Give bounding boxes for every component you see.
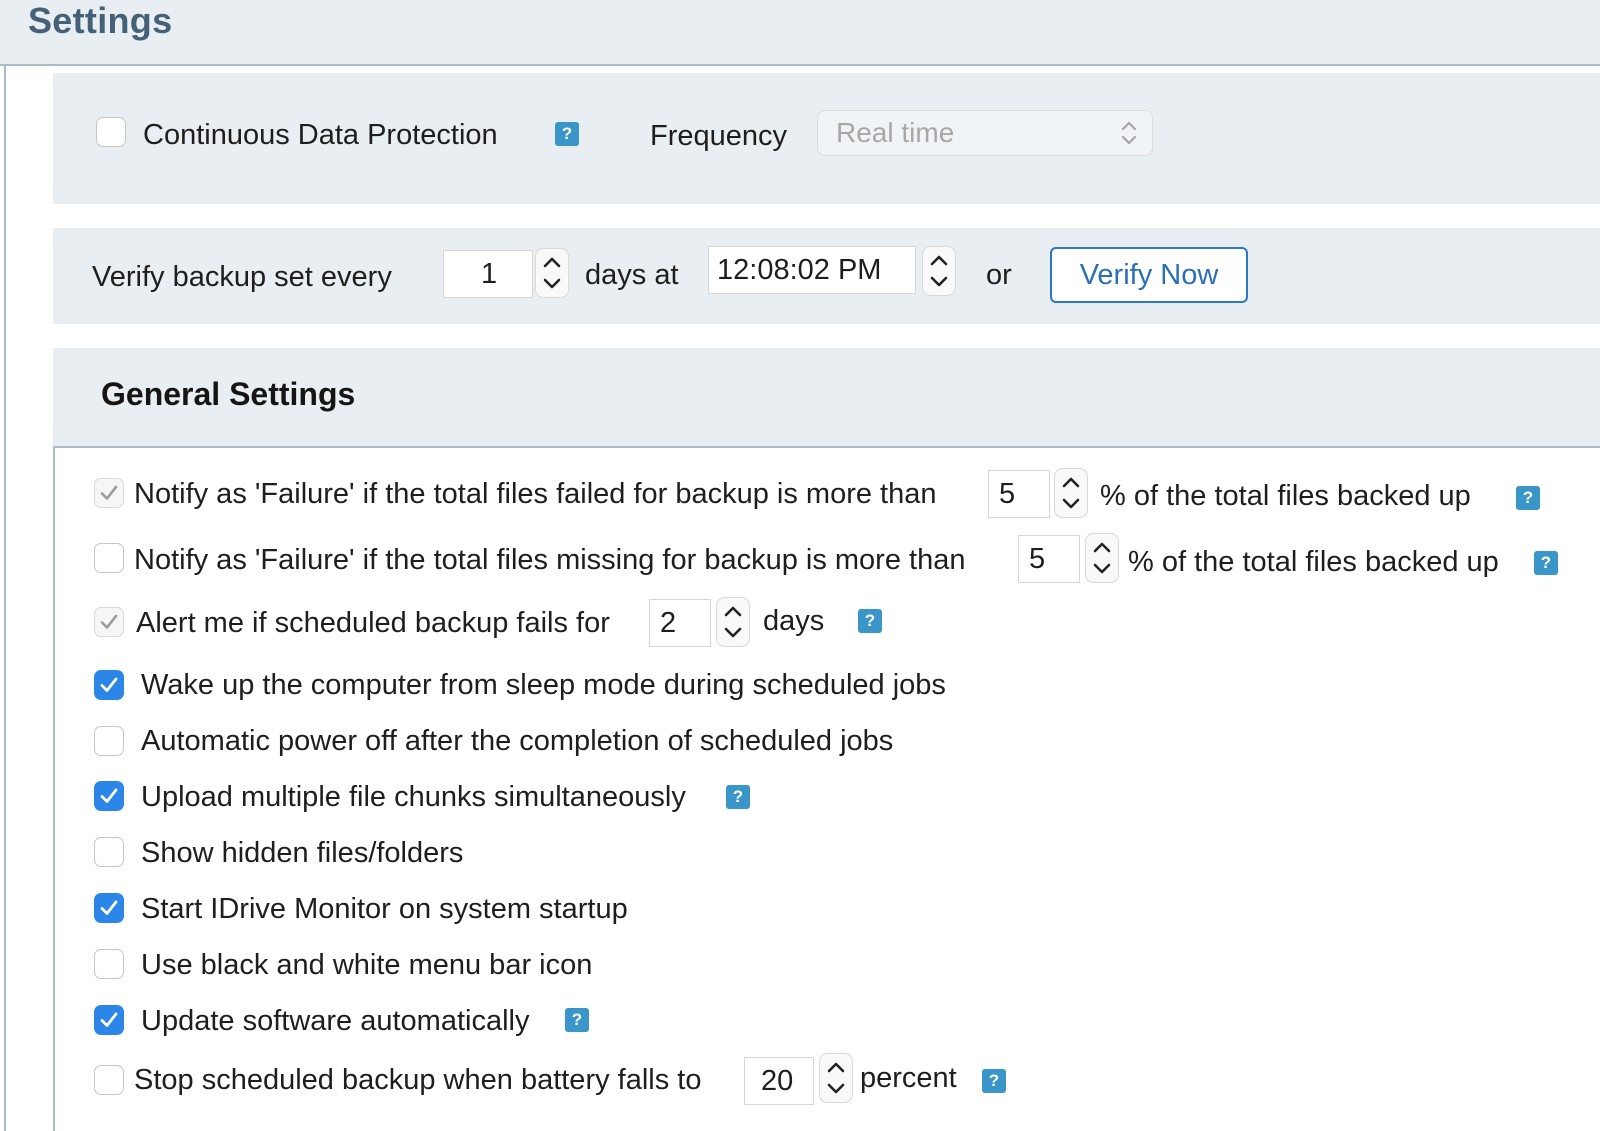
battery-suffix: percent (860, 1062, 957, 1094)
alert-fail-input[interactable]: 2 (649, 599, 711, 647)
general-settings-title: General Settings (101, 376, 356, 412)
verify-now-button[interactable]: Verify Now (1050, 247, 1248, 303)
start-monitor-label: Start IDrive Monitor on system startup (141, 893, 628, 925)
power-off-checkbox[interactable] (94, 726, 124, 756)
missing-files-label: Notify as 'Failure' if the total files m… (134, 544, 966, 576)
battery-checkbox[interactable] (94, 1065, 124, 1095)
help-icon[interactable]: ? (858, 609, 882, 633)
battery-input[interactable]: 20 (744, 1057, 814, 1105)
battery-label: Stop scheduled backup when battery falls… (134, 1064, 702, 1096)
wake-up-label: Wake up the computer from sleep mode dur… (141, 669, 946, 701)
upload-chunks-label: Upload multiple file chunks simultaneous… (141, 781, 686, 813)
failed-files-input[interactable]: 5 (988, 470, 1050, 518)
upload-chunks-checkbox[interactable] (94, 781, 124, 811)
help-icon[interactable]: ? (726, 785, 750, 809)
bw-icon-label: Use black and white menu bar icon (141, 949, 593, 981)
wake-up-checkbox[interactable] (94, 670, 124, 700)
alert-fail-stepper[interactable] (716, 597, 750, 647)
help-icon[interactable]: ? (1516, 486, 1540, 510)
help-icon[interactable]: ? (982, 1069, 1006, 1093)
hidden-files-label: Show hidden files/folders (141, 837, 464, 869)
hidden-files-checkbox[interactable] (94, 837, 124, 867)
failed-files-stepper[interactable] (1054, 468, 1088, 518)
power-off-label: Automatic power off after the completion… (141, 725, 894, 757)
cdp-label: Continuous Data Protection (143, 119, 498, 151)
help-icon[interactable]: ? (1534, 551, 1558, 575)
frequency-label: Frequency (650, 120, 788, 152)
auto-update-label: Update software automatically (141, 1005, 530, 1037)
missing-files-stepper[interactable] (1085, 533, 1119, 583)
days-at-label: days at (585, 259, 679, 291)
failed-files-label: Notify as 'Failure' if the total files f… (134, 478, 937, 510)
bw-icon-checkbox[interactable] (94, 949, 124, 979)
settings-header (0, 0, 1600, 66)
missing-files-checkbox[interactable] (94, 543, 124, 573)
failed-files-checkbox[interactable] (94, 478, 124, 508)
alert-fail-label: Alert me if scheduled backup fails for (136, 607, 610, 639)
failed-files-suffix: % of the total files backed up (1100, 480, 1471, 512)
battery-stepper[interactable] (819, 1053, 853, 1103)
frame-border (4, 64, 6, 1131)
alert-fail-checkbox[interactable] (94, 607, 124, 637)
select-chevron-icon (1116, 116, 1142, 150)
help-icon[interactable]: ? (565, 1008, 589, 1032)
verify-days-input[interactable]: 1 (443, 250, 533, 298)
cdp-checkbox[interactable] (96, 117, 126, 147)
auto-update-checkbox[interactable] (94, 1005, 124, 1035)
verify-time-input[interactable]: 12:08:02 PM (708, 246, 916, 294)
help-icon[interactable]: ? (555, 122, 579, 146)
missing-files-suffix: % of the total files backed up (1128, 546, 1499, 578)
verify-prefix: Verify backup set every (92, 261, 392, 293)
missing-files-input[interactable]: 5 (1018, 535, 1080, 583)
verify-time-stepper[interactable] (922, 246, 956, 296)
frequency-value: Real time (836, 117, 955, 148)
verify-days-stepper[interactable] (535, 248, 569, 298)
or-label: or (986, 259, 1012, 291)
general-settings-border (53, 446, 55, 1131)
page-title: Settings (28, 0, 173, 41)
start-monitor-checkbox[interactable] (94, 893, 124, 923)
alert-fail-suffix: days (763, 605, 825, 637)
